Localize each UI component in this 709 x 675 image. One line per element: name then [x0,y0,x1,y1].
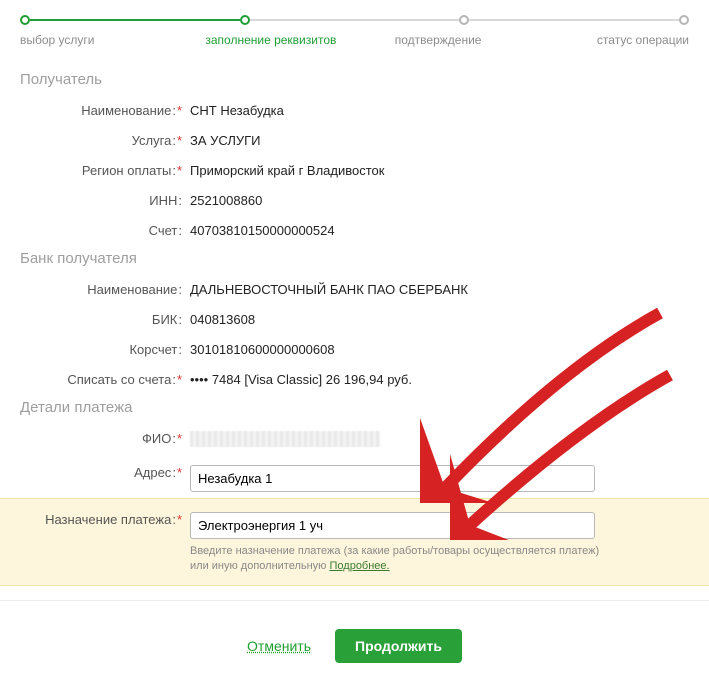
value-purpose-wrap: Введите назначение платежа (за какие раб… [190,509,689,575]
purpose-input[interactable] [190,512,595,539]
row-service: Услуга:* ЗА УСЛУГИ [0,124,709,154]
step-label-2[interactable]: заполнение реквизитов [187,33,354,47]
label-bank-name: Наименование: [20,279,190,297]
value-fio [190,428,689,450]
row-from-account: Списать со счета:* •••• 7484 [Visa Class… [0,363,709,393]
row-account: Счет: 40703810150000000524 [0,214,709,244]
row-bank-name: Наименование: ДАЛЬНЕВОСТОЧНЫЙ БАНК ПАО С… [0,273,709,303]
value-region: Приморский край г Владивосток [190,160,689,178]
row-bik: БИК: 040813608 [0,303,709,333]
step-label-4[interactable]: статус операции [522,33,689,47]
row-recipient-name: Наименование:* СНТ Незабудка [0,94,709,124]
cancel-button[interactable]: Отменить [247,638,311,654]
step-label-1[interactable]: выбор услуги [20,33,187,47]
step-line-3 [469,19,679,21]
purpose-hint: Введите назначение платежа (за какие раб… [190,544,610,575]
continue-button[interactable]: Продолжить [335,629,462,663]
label-recipient-name: Наименование:* [20,100,190,118]
recipient-section-title: Получатель [0,65,709,94]
step-line-2 [250,19,460,21]
label-purpose: Назначение платежа:* [20,509,190,527]
value-from-account: •••• 7484 [Visa Classic] 26 196,94 руб. [190,369,689,387]
value-account: 40703810150000000524 [190,220,689,238]
details-section-title: Детали платежа [0,393,709,422]
value-address-wrap [190,462,689,492]
row-fio: ФИО:* [0,422,709,456]
row-korschet: Корсчет: 30101810600000000608 [0,333,709,363]
value-recipient-name: СНТ Незабудка [190,100,689,118]
label-korschet: Корсчет: [20,339,190,357]
fio-redacted [190,431,380,447]
label-service: Услуга:* [20,130,190,148]
value-bik: 040813608 [190,309,689,327]
step-node-1 [20,15,30,25]
label-inn: ИНН: [20,190,190,208]
step-node-2 [240,15,250,25]
row-address: Адрес:* [0,456,709,498]
label-account: Счет: [20,220,190,238]
label-fio: ФИО:* [20,428,190,446]
step-node-3 [459,15,469,25]
row-region: Регион оплаты:* Приморский край г Владив… [0,154,709,184]
row-purpose: Назначение платежа:* Введите назначение … [0,498,709,586]
label-address: Адрес:* [20,462,190,480]
label-region: Регион оплаты:* [20,160,190,178]
form-actions: Отменить Продолжить [0,600,709,675]
step-line-1 [30,19,240,21]
label-from-account: Списать со счета:* [20,369,190,387]
bank-section-title: Банк получателя [0,244,709,273]
step-label-3[interactable]: подтверждение [355,33,522,47]
step-node-4 [679,15,689,25]
value-inn: 2521008860 [190,190,689,208]
value-korschet: 30101810600000000608 [190,339,689,357]
purpose-more-link[interactable]: Подробнее. [330,560,390,572]
row-inn: ИНН: 2521008860 [0,184,709,214]
progress-stepper [0,0,709,33]
address-input[interactable] [190,465,595,492]
value-bank-name: ДАЛЬНЕВОСТОЧНЫЙ БАНК ПАО СБЕРБАНК [190,279,689,297]
label-bik: БИК: [20,309,190,327]
stepper-labels: выбор услуги заполнение реквизитов подтв… [0,33,709,65]
value-service: ЗА УСЛУГИ [190,130,689,148]
